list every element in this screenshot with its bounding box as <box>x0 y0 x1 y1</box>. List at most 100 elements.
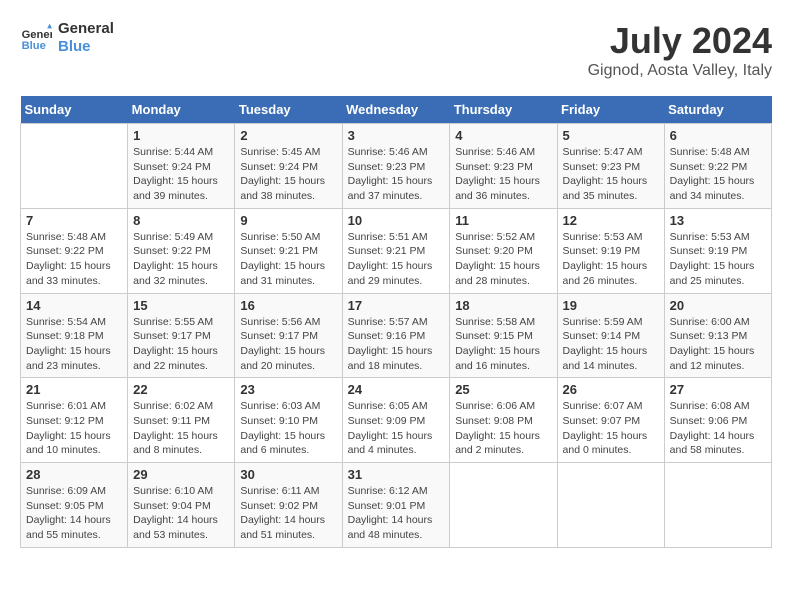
day-info: Sunrise: 5:46 AM Sunset: 9:23 PM Dayligh… <box>348 145 445 204</box>
calendar-cell: 30 Sunrise: 6:11 AM Sunset: 9:02 PM Dayli… <box>235 463 342 548</box>
day-info: Sunrise: 6:06 AM Sunset: 9:08 PM Dayligh… <box>455 399 551 458</box>
calendar-cell: 25 Sunrise: 6:06 AM Sunset: 9:08 PM Dayli… <box>450 378 557 463</box>
calendar-cell: 26Sunrise: 6:07 AM Sunset: 9:07 PM Dayli… <box>557 378 664 463</box>
day-info: Sunrise: 5:51 AM Sunset: 9:21 PM Dayligh… <box>348 230 445 289</box>
day-info: Sunrise: 5:49 AM Sunset: 9:22 PM Dayligh… <box>133 230 229 289</box>
logo: General Blue General Blue <box>20 20 114 56</box>
day-info: Sunrise: 6:02 AM Sunset: 9:11 PM Dayligh… <box>133 399 229 458</box>
day-number: 13 <box>670 213 766 228</box>
calendar-cell <box>21 124 128 209</box>
day-number: 17 <box>348 298 445 313</box>
day-number: 9 <box>240 213 336 228</box>
calendar-cell: 6 Sunrise: 5:48 AM Sunset: 9:22 PM Daylig… <box>664 124 771 209</box>
calendar-cell: 17Sunrise: 5:57 AM Sunset: 9:16 PM Dayli… <box>342 293 450 378</box>
calendar-cell: 31 Sunrise: 6:12 AM Sunset: 9:01 PM Dayli… <box>342 463 450 548</box>
day-info: Sunrise: 5:59 AM Sunset: 9:14 PM Dayligh… <box>563 315 659 374</box>
header-cell-saturday: Saturday <box>664 96 771 124</box>
header-cell-friday: Friday <box>557 96 664 124</box>
calendar-week-row: 28Sunrise: 6:09 AM Sunset: 9:05 PM Dayli… <box>21 463 772 548</box>
day-info: Sunrise: 5:55 AM Sunset: 9:17 PM Dayligh… <box>133 315 229 374</box>
day-info: Sunrise: 5:56 AM Sunset: 9:17 PM Dayligh… <box>240 315 336 374</box>
calendar-cell <box>664 463 771 548</box>
location-title: Gignod, Aosta Valley, Italy <box>588 62 772 80</box>
day-number: 7 <box>26 213 122 228</box>
calendar-table: SundayMondayTuesdayWednesdayThursdayFrid… <box>20 96 772 548</box>
calendar-header-row: SundayMondayTuesdayWednesdayThursdayFrid… <box>21 96 772 124</box>
day-number: 16 <box>240 298 336 313</box>
calendar-cell <box>450 463 557 548</box>
day-number: 25 <box>455 382 551 397</box>
day-info: Sunrise: 5:52 AM Sunset: 9:20 PM Dayligh… <box>455 230 551 289</box>
day-info: Sunrise: 6:00 AM Sunset: 9:13 PM Dayligh… <box>670 315 766 374</box>
calendar-cell: 15 Sunrise: 5:55 AM Sunset: 9:17 PM Dayli… <box>128 293 235 378</box>
day-info: Sunrise: 5:54 AM Sunset: 9:18 PM Dayligh… <box>26 315 122 374</box>
day-number: 31 <box>348 467 445 482</box>
day-number: 27 <box>670 382 766 397</box>
day-info: Sunrise: 6:05 AM Sunset: 9:09 PM Dayligh… <box>348 399 445 458</box>
header: General Blue General Blue July 2024 Gign… <box>20 20 772 80</box>
day-number: 2 <box>240 128 336 143</box>
day-info: Sunrise: 5:48 AM Sunset: 9:22 PM Dayligh… <box>670 145 766 204</box>
calendar-cell: 29 Sunrise: 6:10 AM Sunset: 9:04 PM Dayli… <box>128 463 235 548</box>
calendar-body: 1 Sunrise: 5:44 AM Sunset: 9:24 PM Daylig… <box>21 124 772 548</box>
calendar-cell: 3 Sunrise: 5:46 AM Sunset: 9:23 PM Daylig… <box>342 124 450 209</box>
day-number: 11 <box>455 213 551 228</box>
calendar-cell: 2 Sunrise: 5:45 AM Sunset: 9:24 PM Daylig… <box>235 124 342 209</box>
day-info: Sunrise: 6:08 AM Sunset: 9:06 PM Dayligh… <box>670 399 766 458</box>
header-cell-thursday: Thursday <box>450 96 557 124</box>
day-number: 10 <box>348 213 445 228</box>
day-number: 15 <box>133 298 229 313</box>
month-title: July 2024 <box>588 20 772 62</box>
logo-icon: General Blue <box>20 22 52 54</box>
calendar-cell: 1 Sunrise: 5:44 AM Sunset: 9:24 PM Daylig… <box>128 124 235 209</box>
day-number: 4 <box>455 128 551 143</box>
calendar-cell: 19Sunrise: 5:59 AM Sunset: 9:14 PM Dayli… <box>557 293 664 378</box>
logo-line1: General <box>58 20 114 38</box>
calendar-cell: 13Sunrise: 5:53 AM Sunset: 9:19 PM Dayli… <box>664 208 771 293</box>
day-info: Sunrise: 6:11 AM Sunset: 9:02 PM Dayligh… <box>240 484 336 543</box>
calendar-cell: 27 Sunrise: 6:08 AM Sunset: 9:06 PM Dayli… <box>664 378 771 463</box>
day-info: Sunrise: 6:12 AM Sunset: 9:01 PM Dayligh… <box>348 484 445 543</box>
day-number: 30 <box>240 467 336 482</box>
day-number: 28 <box>26 467 122 482</box>
day-info: Sunrise: 5:53 AM Sunset: 9:19 PM Dayligh… <box>563 230 659 289</box>
day-info: Sunrise: 5:50 AM Sunset: 9:21 PM Dayligh… <box>240 230 336 289</box>
calendar-cell: 12 Sunrise: 5:53 AM Sunset: 9:19 PM Dayli… <box>557 208 664 293</box>
day-number: 29 <box>133 467 229 482</box>
day-info: Sunrise: 6:03 AM Sunset: 9:10 PM Dayligh… <box>240 399 336 458</box>
calendar-cell: 18Sunrise: 5:58 AM Sunset: 9:15 PM Dayli… <box>450 293 557 378</box>
header-cell-sunday: Sunday <box>21 96 128 124</box>
day-number: 14 <box>26 298 122 313</box>
calendar-week-row: 21 Sunrise: 6:01 AM Sunset: 9:12 PM Dayli… <box>21 378 772 463</box>
calendar-cell: 8 Sunrise: 5:49 AM Sunset: 9:22 PM Daylig… <box>128 208 235 293</box>
svg-text:Blue: Blue <box>22 40 46 52</box>
calendar-week-row: 7Sunrise: 5:48 AM Sunset: 9:22 PM Daylig… <box>21 208 772 293</box>
calendar-cell: 21 Sunrise: 6:01 AM Sunset: 9:12 PM Dayli… <box>21 378 128 463</box>
day-info: Sunrise: 5:44 AM Sunset: 9:24 PM Dayligh… <box>133 145 229 204</box>
day-number: 12 <box>563 213 659 228</box>
calendar-cell: 7Sunrise: 5:48 AM Sunset: 9:22 PM Daylig… <box>21 208 128 293</box>
calendar-cell: 11 Sunrise: 5:52 AM Sunset: 9:20 PM Dayli… <box>450 208 557 293</box>
day-info: Sunrise: 6:10 AM Sunset: 9:04 PM Dayligh… <box>133 484 229 543</box>
day-info: Sunrise: 6:01 AM Sunset: 9:12 PM Dayligh… <box>26 399 122 458</box>
calendar-cell: 14 Sunrise: 5:54 AM Sunset: 9:18 PM Dayli… <box>21 293 128 378</box>
calendar-week-row: 1 Sunrise: 5:44 AM Sunset: 9:24 PM Daylig… <box>21 124 772 209</box>
day-number: 8 <box>133 213 229 228</box>
day-number: 18 <box>455 298 551 313</box>
calendar-cell: 24Sunrise: 6:05 AM Sunset: 9:09 PM Dayli… <box>342 378 450 463</box>
day-number: 5 <box>563 128 659 143</box>
day-info: Sunrise: 5:46 AM Sunset: 9:23 PM Dayligh… <box>455 145 551 204</box>
day-number: 1 <box>133 128 229 143</box>
header-cell-tuesday: Tuesday <box>235 96 342 124</box>
calendar-week-row: 14 Sunrise: 5:54 AM Sunset: 9:18 PM Dayli… <box>21 293 772 378</box>
day-info: Sunrise: 5:47 AM Sunset: 9:23 PM Dayligh… <box>563 145 659 204</box>
day-number: 6 <box>670 128 766 143</box>
title-section: July 2024 Gignod, Aosta Valley, Italy <box>588 20 772 80</box>
day-number: 3 <box>348 128 445 143</box>
calendar-cell: 4 Sunrise: 5:46 AM Sunset: 9:23 PM Daylig… <box>450 124 557 209</box>
day-number: 20 <box>670 298 766 313</box>
calendar-cell: 23Sunrise: 6:03 AM Sunset: 9:10 PM Dayli… <box>235 378 342 463</box>
day-info: Sunrise: 5:45 AM Sunset: 9:24 PM Dayligh… <box>240 145 336 204</box>
calendar-cell: 20 Sunrise: 6:00 AM Sunset: 9:13 PM Dayli… <box>664 293 771 378</box>
day-number: 21 <box>26 382 122 397</box>
